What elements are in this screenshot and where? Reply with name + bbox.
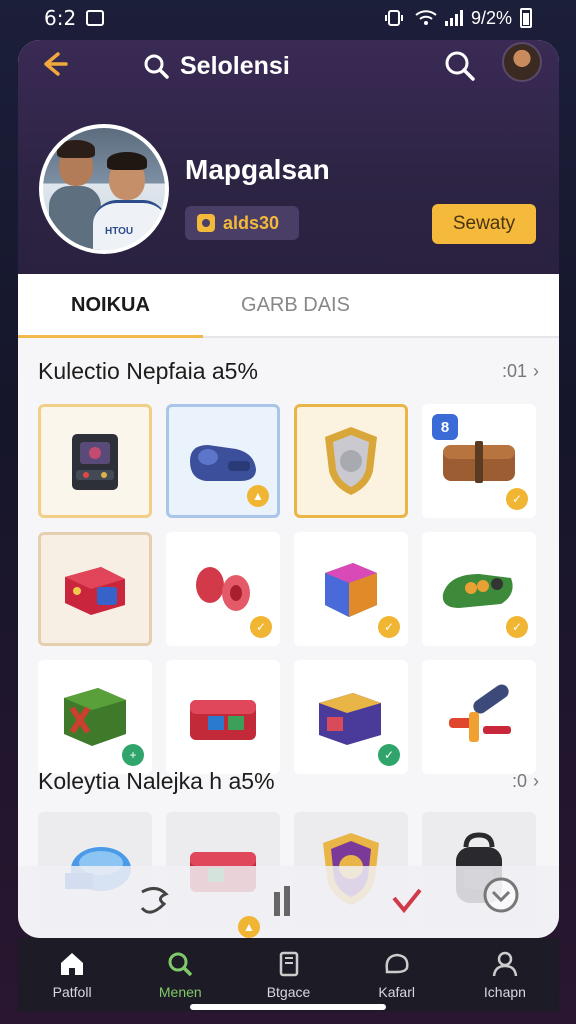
profile-name: Mapgalsan — [185, 154, 330, 185]
red-spool-icon — [196, 567, 250, 611]
tab-primary[interactable]: NOIKUA — [18, 274, 203, 338]
status-badge: ✓ — [378, 616, 400, 638]
search-icon — [168, 952, 193, 977]
item-red-chest[interactable] — [166, 660, 280, 774]
status-badge: ▲ — [238, 916, 260, 938]
coin-badge: alds30 — [185, 206, 299, 240]
battery-percent: 9/2% — [470, 7, 512, 28]
profile-photo: HTOU — [39, 124, 169, 254]
jersey-text: HTOU — [105, 226, 134, 237]
status-badge: ✓ — [506, 488, 528, 510]
section-title: Koleytia Nalejka h a5% — [38, 768, 275, 794]
signal-icon — [444, 10, 463, 26]
search-icon[interactable] — [442, 48, 478, 84]
green-crate-icon — [64, 688, 126, 746]
main-card: Selolensi HTOU Mapgalsan alds30 Sewaty N… — [18, 40, 559, 938]
book-icon — [279, 951, 298, 977]
item-red-spool[interactable]: ✓ — [166, 532, 280, 646]
shield-icon — [325, 427, 377, 495]
item-green-tray[interactable]: ✓ — [422, 532, 536, 646]
nav-label: Menen — [158, 984, 202, 1000]
chevron-right-icon: › — [533, 771, 539, 791]
action-button[interactable]: Sewaty — [432, 204, 536, 244]
battery-icon — [520, 8, 532, 28]
nav-item-home[interactable]: Patfoll — [18, 938, 126, 1012]
tab-secondary[interactable]: GARB DAIS — [203, 274, 388, 336]
section-header: Koleytia Nalejka h a5% :0 › — [38, 768, 539, 795]
nav-label: Btgace — [266, 984, 311, 1000]
item-purple-chest[interactable]: ✓ — [294, 660, 408, 774]
chat-icon — [385, 953, 409, 974]
nav-label: Ichapn — [483, 984, 526, 1000]
check-icon[interactable] — [390, 884, 424, 918]
item-shield[interactable] — [294, 404, 408, 518]
item-color-cube[interactable]: ✓ — [294, 532, 408, 646]
search-icon — [144, 54, 169, 79]
coin-badge-text: alds30 — [223, 212, 280, 233]
color-cube-icon — [325, 563, 377, 617]
notification-icon — [86, 10, 105, 26]
blue-gadget-icon — [190, 445, 256, 481]
nav-label: Kafarl — [378, 984, 415, 1000]
status-badge: ▲ — [247, 485, 269, 507]
search-title: Selolensi — [180, 51, 290, 80]
doodle-icon[interactable] — [136, 884, 176, 920]
user-avatar[interactable] — [502, 42, 542, 82]
chevron-right-icon: › — [533, 361, 539, 381]
profile-header: Selolensi HTOU Mapgalsan alds30 Sewaty — [18, 40, 559, 274]
tab-bar: NOIKUA GARB DAIS — [18, 274, 559, 338]
item-green-crate[interactable]: + — [38, 660, 152, 774]
pipe-tool-icon — [449, 684, 511, 742]
bottom-navigation: Patfoll Menen Btgace Kafarl Ichapn — [18, 938, 559, 1012]
red-box-icon — [65, 567, 125, 615]
home-icon — [61, 953, 84, 975]
section-title: Kulectio Nepfaia a5% — [38, 358, 258, 384]
item-arcade-machine[interactable] — [38, 404, 152, 518]
back-arrow-icon[interactable] — [36, 46, 72, 82]
nav-item-search[interactable]: Menen — [126, 938, 234, 1012]
status-badge: ✓ — [378, 744, 400, 766]
overlay-toolbar: ▲ — [18, 866, 559, 938]
section-header: Kulectio Nepfaia a5% :01 › — [38, 358, 539, 385]
count-badge: 8 — [432, 414, 458, 440]
nav-item-book[interactable]: Btgace — [234, 938, 342, 1012]
item-grid: ▲ 8 ✓ ✓ ✓ ✓ + ✓ — [38, 404, 536, 774]
status-badge: + — [122, 744, 144, 766]
item-blue-gadget[interactable]: ▲ — [166, 404, 280, 518]
person-icon — [492, 951, 518, 977]
green-tray-icon — [442, 574, 513, 608]
bars-icon[interactable] — [272, 882, 298, 918]
leather-case-icon — [443, 441, 515, 483]
arcade-machine-icon — [72, 434, 118, 490]
item-red-box[interactable] — [38, 532, 152, 646]
coin-icon — [197, 214, 215, 232]
status-bar: 6:2 9/2% — [0, 0, 576, 36]
vibrate-icon — [384, 10, 403, 26]
item-pipe-tool[interactable] — [422, 660, 536, 774]
section-more-link[interactable]: :0 › — [512, 771, 539, 792]
status-time: 6:2 — [44, 6, 77, 30]
nav-label: Patfoll — [52, 984, 92, 1000]
purple-chest-icon — [319, 693, 381, 745]
search-title-bar[interactable]: Selolensi — [142, 48, 290, 84]
wifi-icon — [415, 10, 437, 25]
nav-item-chat[interactable]: Kafarl — [343, 938, 451, 1012]
section-more-link[interactable]: :01 › — [502, 361, 539, 382]
nav-item-profile[interactable]: Ichapn — [451, 938, 559, 1012]
chevron-down-icon[interactable] — [482, 876, 520, 914]
home-indicator[interactable] — [190, 1004, 386, 1010]
status-badge: ✓ — [250, 616, 272, 638]
red-chest-icon — [190, 700, 256, 740]
status-badge: ✓ — [506, 616, 528, 638]
item-leather-case[interactable]: 8 ✓ — [422, 404, 536, 518]
